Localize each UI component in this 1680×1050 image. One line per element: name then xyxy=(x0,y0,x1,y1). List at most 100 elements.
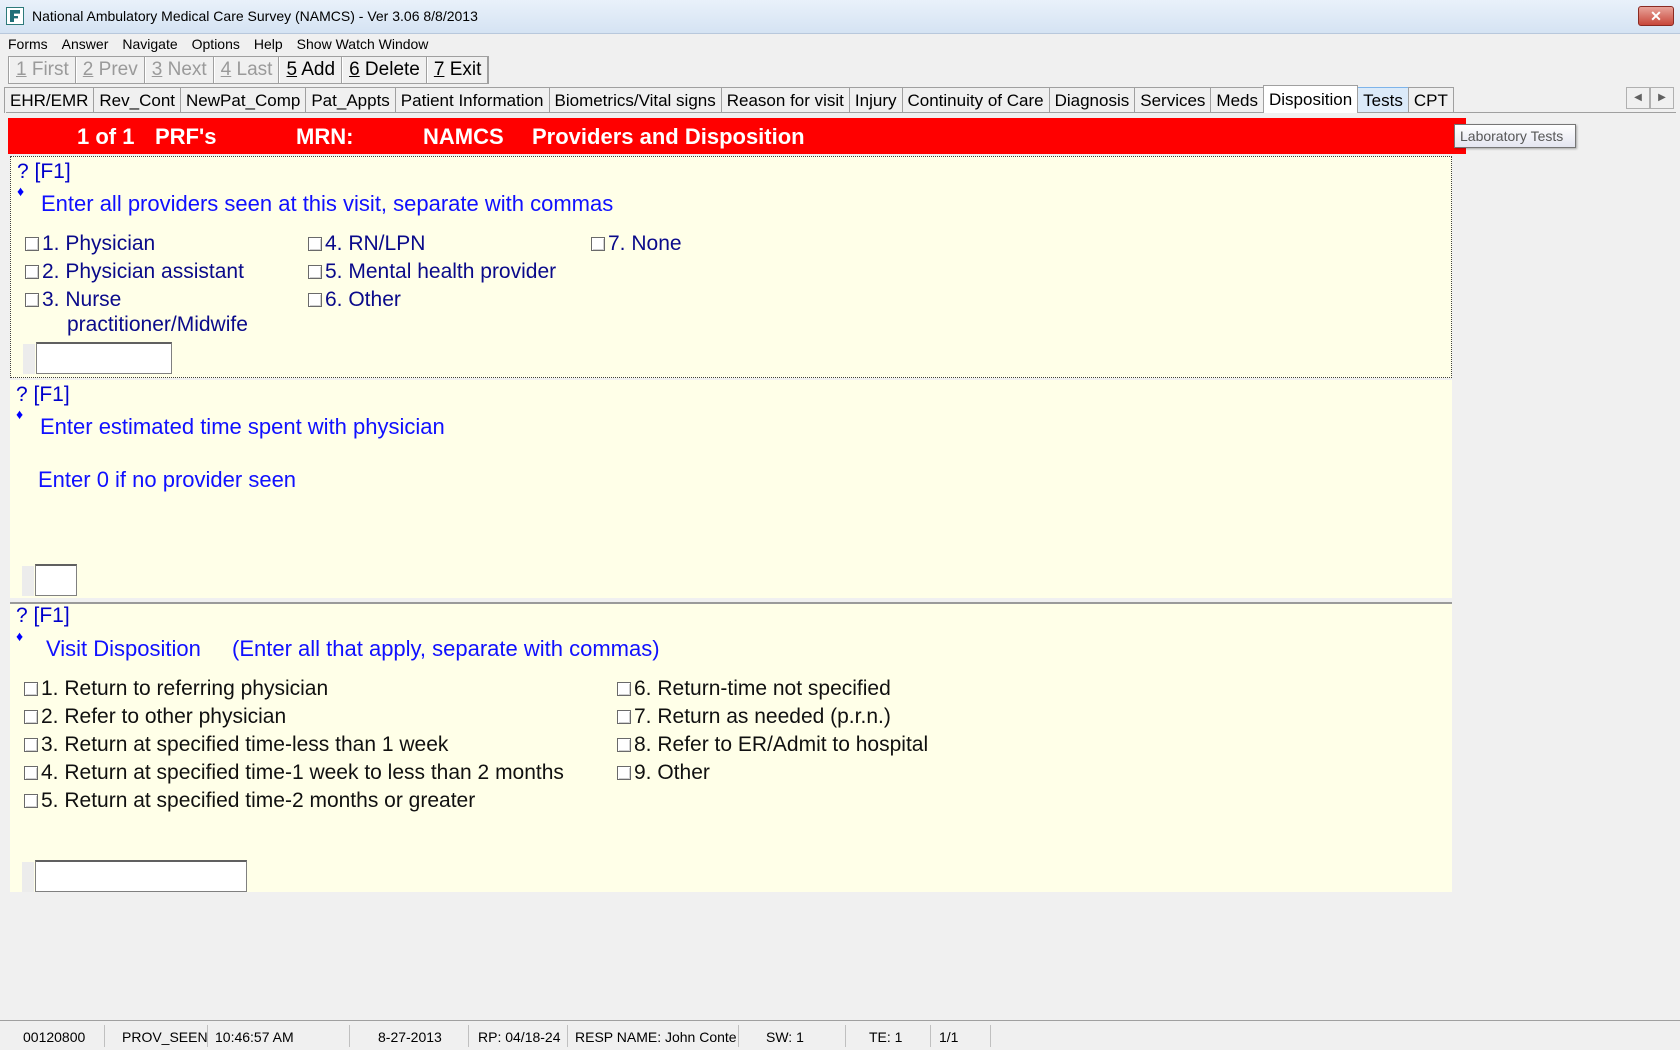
status-separator xyxy=(845,1025,846,1047)
status-separator xyxy=(738,1025,739,1047)
add-button[interactable]: 5 Add xyxy=(279,57,343,83)
option-label: 8. Refer to ER/Admit to hospital xyxy=(634,733,929,756)
checkbox[interactable] xyxy=(24,682,38,696)
tab-newpat-comp[interactable]: NewPat_Comp xyxy=(180,87,307,113)
status-id: 00120800 xyxy=(23,1029,86,1045)
option-return-2mo-plus[interactable]: 5. Return at specified time-2 months or … xyxy=(24,789,475,813)
checkbox[interactable] xyxy=(25,237,39,251)
status-te: TE: 1 xyxy=(869,1029,903,1045)
option-mental-health-provider[interactable]: 5. Mental health provider xyxy=(308,260,556,284)
checkbox[interactable] xyxy=(617,738,631,752)
option-none[interactable]: 7. None xyxy=(591,232,682,256)
option-return-1wk-2mo[interactable]: 4. Return at specified time-1 week to le… xyxy=(24,761,564,785)
tab-pat-appts[interactable]: Pat_Appts xyxy=(305,87,396,113)
help-link[interactable]: ? [F1] xyxy=(17,160,71,184)
next-button[interactable]: 3 Next xyxy=(144,57,214,83)
option-return-less-1-week[interactable]: 3. Return at specified time-less than 1 … xyxy=(24,733,448,757)
menu-answer[interactable]: Answer xyxy=(58,34,115,54)
tab-tests[interactable]: Tests xyxy=(1357,87,1409,113)
option-other[interactable]: 6. Other xyxy=(308,288,401,312)
option-label: 3. Nurse xyxy=(42,288,122,311)
checkbox[interactable] xyxy=(308,265,322,279)
option-label: 4. RN/LPN xyxy=(325,232,426,255)
help-link[interactable]: ? [F1] xyxy=(16,604,70,628)
tab-patient-information[interactable]: Patient Information xyxy=(394,87,550,113)
providers-input[interactable] xyxy=(36,342,172,374)
status-time: 10:46:57 AM xyxy=(215,1029,294,1045)
tab-reason-for-visit[interactable]: Reason for visit xyxy=(720,87,850,113)
input-gutter xyxy=(23,344,35,374)
tab-continuity-of-care[interactable]: Continuity of Care xyxy=(901,87,1050,113)
checkbox[interactable] xyxy=(617,766,631,780)
option-nurse-practitioner[interactable]: 3. Nurse xyxy=(25,288,121,312)
status-separator xyxy=(104,1025,105,1047)
tab-rev-cont[interactable]: Rev_Cont xyxy=(93,87,182,113)
checkbox[interactable] xyxy=(617,682,631,696)
option-label: 1. Return to referring physician xyxy=(41,677,329,700)
tab-ehr-emr[interactable]: EHR/EMR xyxy=(4,87,95,113)
checkbox[interactable] xyxy=(25,265,39,279)
menu-options[interactable]: Options xyxy=(188,34,246,54)
status-separator xyxy=(567,1025,568,1047)
menu-show-watch-window[interactable]: Show Watch Window xyxy=(293,34,435,54)
scroll-left-icon[interactable]: ◀ xyxy=(1626,87,1650,109)
window-title: National Ambulatory Medical Care Survey … xyxy=(32,8,478,24)
disposition-input[interactable] xyxy=(35,860,247,892)
checkbox[interactable] xyxy=(24,766,38,780)
tab-meds[interactable]: Meds xyxy=(1210,87,1264,113)
add-label: Add xyxy=(297,59,336,80)
tab-cpt[interactable]: CPT xyxy=(1407,87,1454,113)
checkbox[interactable] xyxy=(24,710,38,724)
checkbox[interactable] xyxy=(308,237,322,251)
delete-key: 6 xyxy=(349,59,360,80)
option-label: 2. Refer to other physician xyxy=(41,705,287,728)
last-button[interactable]: 4 Last xyxy=(213,57,280,83)
scroll-right-icon[interactable]: ▶ xyxy=(1650,87,1674,109)
checkbox[interactable] xyxy=(591,237,605,251)
option-physician-assistant[interactable]: 2. Physician assistant xyxy=(25,260,244,284)
exit-button[interactable]: 7 Exit xyxy=(426,57,489,83)
tab-disposition[interactable]: Disposition xyxy=(1263,85,1359,113)
menu-forms[interactable]: Forms xyxy=(4,34,54,54)
prf-label: PRF's xyxy=(155,124,217,149)
option-return-to-referring[interactable]: 1. Return to referring physician xyxy=(24,677,328,701)
input-gutter xyxy=(22,566,34,596)
option-refer-er-admit[interactable]: 8. Refer to ER/Admit to hospital xyxy=(617,733,928,757)
option-label: 9. Other xyxy=(634,761,710,784)
status-bar: 00120800 PROV_SEEN 10:46:57 AM 8-27-2013… xyxy=(0,1020,1680,1050)
checkbox[interactable] xyxy=(24,794,38,808)
tab-biometrics[interactable]: Biometrics/Vital signs xyxy=(548,87,722,113)
status-separator xyxy=(349,1025,350,1047)
option-rn-lpn[interactable]: 4. RN/LPN xyxy=(308,232,425,256)
status-page: 1/1 xyxy=(939,1029,959,1045)
app-icon xyxy=(6,7,24,25)
first-button[interactable]: 1 First xyxy=(9,57,76,83)
option-return-time-not-specified[interactable]: 6. Return-time not specified xyxy=(617,677,891,701)
checkbox[interactable] xyxy=(24,738,38,752)
close-button[interactable]: ✕ xyxy=(1638,6,1674,26)
time-input[interactable] xyxy=(35,564,77,596)
delete-button[interactable]: 6 Delete xyxy=(342,57,427,83)
tab-services[interactable]: Services xyxy=(1134,87,1212,113)
first-key: 1 xyxy=(16,59,27,80)
option-label: 7. None xyxy=(608,232,682,255)
status-date: 8-27-2013 xyxy=(378,1029,442,1045)
status-separator xyxy=(990,1025,991,1047)
option-label: 2. Physician assistant xyxy=(42,260,244,283)
menu-navigate[interactable]: Navigate xyxy=(118,34,183,54)
status-rp: RP: 04/18-24 xyxy=(478,1029,561,1045)
option-physician[interactable]: 1. Physician xyxy=(25,232,155,256)
option-return-as-needed[interactable]: 7. Return as needed (p.r.n.) xyxy=(617,705,891,729)
option-refer-to-other[interactable]: 2. Refer to other physician xyxy=(24,705,286,729)
option-label: 4. Return at specified time-1 week to le… xyxy=(41,761,564,784)
checkbox[interactable] xyxy=(308,293,322,307)
prev-button[interactable]: 2 Prev xyxy=(75,57,145,83)
tab-diagnosis[interactable]: Diagnosis xyxy=(1048,87,1136,113)
checkbox[interactable] xyxy=(617,710,631,724)
option-other[interactable]: 9. Other xyxy=(617,761,710,785)
checkbox[interactable] xyxy=(25,293,39,307)
tab-injury[interactable]: Injury xyxy=(848,87,903,113)
survey-label: NAMCS xyxy=(423,124,504,149)
help-link[interactable]: ? [F1] xyxy=(16,383,70,407)
menu-help[interactable]: Help xyxy=(250,34,289,54)
